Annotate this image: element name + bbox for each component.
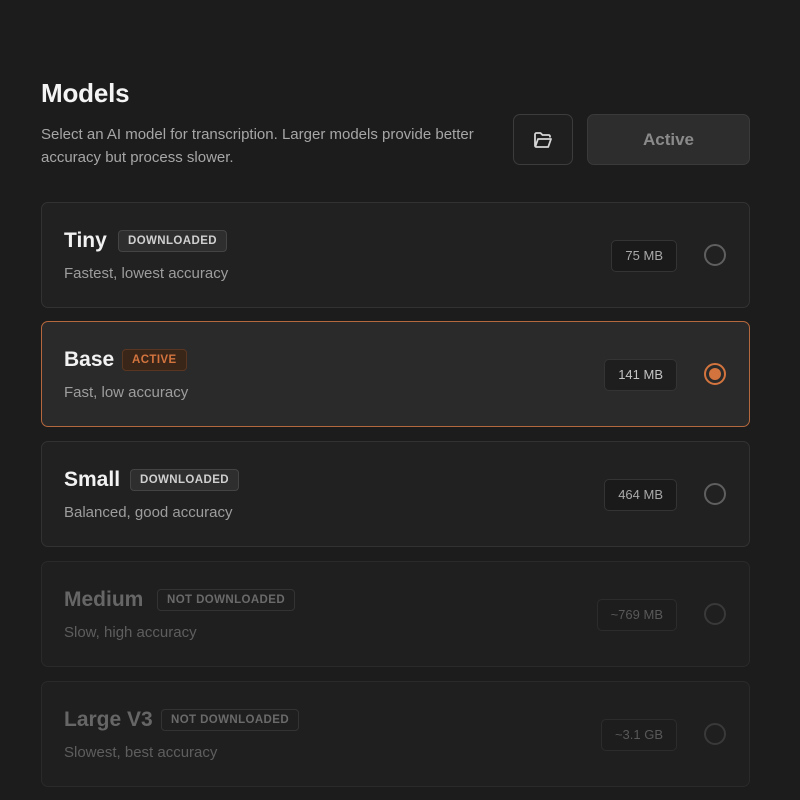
model-description: Balanced, good accuracy bbox=[64, 504, 233, 521]
model-card-base[interactable]: Base ACTIVE Fast, low accuracy 141 MB bbox=[41, 321, 750, 427]
status-badge: DOWNLOADED bbox=[118, 230, 227, 252]
model-size: ~769 MB bbox=[596, 599, 677, 631]
model-description: Fastest, lowest accuracy bbox=[64, 265, 229, 282]
model-size: 75 MB bbox=[611, 240, 677, 272]
model-name: Base bbox=[64, 348, 115, 371]
model-radio-tiny[interactable] bbox=[704, 244, 726, 266]
status-badge: ACTIVE bbox=[122, 349, 187, 371]
model-card-large-v3[interactable]: Large V3 NOT DOWNLOADED Slowest, best ac… bbox=[41, 681, 750, 787]
model-name: Large V3 bbox=[64, 708, 153, 731]
model-radio-large-v3[interactable] bbox=[704, 723, 726, 745]
model-description: Slow, high accuracy bbox=[64, 624, 197, 641]
model-radio-medium[interactable] bbox=[704, 603, 726, 625]
model-description: Slowest, best accuracy bbox=[64, 744, 218, 761]
models-header: Models Select an AI model for transcript… bbox=[41, 78, 750, 168]
model-card-tiny[interactable]: Tiny DOWNLOADED Fastest, lowest accuracy… bbox=[41, 202, 750, 308]
model-radio-base[interactable] bbox=[704, 363, 726, 385]
page-title: Models bbox=[41, 78, 130, 108]
model-name: Medium bbox=[64, 588, 144, 611]
model-size: 141 MB bbox=[604, 359, 677, 391]
model-card-medium[interactable]: Medium NOT DOWNLOADED Slow, high accurac… bbox=[41, 561, 750, 667]
models-page: Models Select an AI model for transcript… bbox=[0, 0, 800, 800]
page-subtitle: Select an AI model for transcription. La… bbox=[41, 126, 474, 166]
model-card-small[interactable]: Small DOWNLOADED Balanced, good accuracy… bbox=[41, 441, 750, 547]
model-size: 464 MB bbox=[604, 479, 677, 511]
open-models-folder-button[interactable] bbox=[513, 114, 573, 165]
model-name: Tiny bbox=[64, 229, 107, 252]
status-badge: DOWNLOADED bbox=[130, 469, 239, 491]
status-badge: NOT DOWNLOADED bbox=[161, 709, 300, 731]
model-size: ~3.1 GB bbox=[600, 719, 677, 751]
active-button[interactable]: Active bbox=[587, 114, 750, 165]
folder-open-icon bbox=[534, 131, 552, 148]
model-radio-small[interactable] bbox=[704, 483, 726, 505]
model-name: Small bbox=[64, 468, 121, 491]
model-description: Fast, low accuracy bbox=[64, 384, 189, 401]
status-badge: NOT DOWNLOADED bbox=[157, 589, 296, 611]
